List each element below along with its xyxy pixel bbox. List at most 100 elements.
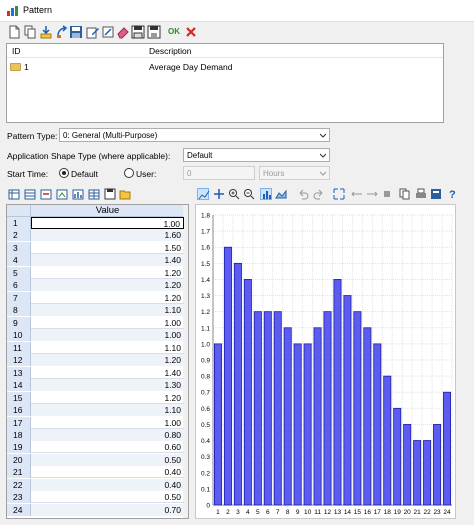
grid-open-icon[interactable] bbox=[119, 188, 131, 200]
import-icon[interactable] bbox=[39, 25, 53, 39]
copy-icon[interactable] bbox=[23, 25, 37, 39]
note-icon[interactable] bbox=[101, 25, 115, 39]
save-icon[interactable] bbox=[131, 25, 145, 39]
row-number[interactable]: 22 bbox=[7, 478, 31, 491]
grid-corner[interactable] bbox=[7, 205, 31, 217]
value-cell[interactable]: 0.50 bbox=[31, 491, 184, 503]
value-cell[interactable]: 1.40 bbox=[31, 367, 184, 379]
grid-delete-icon[interactable] bbox=[40, 188, 52, 200]
line-chart-icon[interactable] bbox=[197, 188, 210, 200]
row-number[interactable]: 9 bbox=[7, 316, 31, 329]
grid-table-icon[interactable] bbox=[88, 188, 100, 200]
value-cell[interactable]: 1.10 bbox=[31, 304, 184, 317]
new-icon[interactable] bbox=[7, 25, 21, 39]
row-number[interactable]: 4 bbox=[7, 254, 31, 267]
time-unit-select[interactable]: Hours bbox=[259, 166, 330, 180]
step-left-icon[interactable] bbox=[351, 188, 363, 200]
table-row[interactable]: 19 0.60 bbox=[7, 441, 184, 454]
row-number[interactable]: 23 bbox=[7, 491, 31, 504]
undo-icon[interactable] bbox=[297, 188, 309, 200]
row-number[interactable]: 14 bbox=[7, 379, 31, 392]
radio-default[interactable] bbox=[59, 168, 69, 178]
edit-icon[interactable] bbox=[86, 25, 100, 39]
bar-chart-icon[interactable] bbox=[260, 188, 272, 200]
value-cell[interactable]: 1.60 bbox=[31, 229, 184, 242]
value-cell[interactable]: 1.00 bbox=[31, 417, 184, 429]
export-icon[interactable] bbox=[55, 25, 69, 39]
value-cell[interactable]: 1.00 bbox=[31, 329, 184, 342]
table-row[interactable]: 12 1.20 bbox=[7, 354, 184, 367]
list-header-description[interactable]: Description bbox=[149, 46, 192, 56]
row-number[interactable]: 7 bbox=[7, 291, 31, 304]
table-row[interactable]: 4 1.40 bbox=[7, 254, 184, 267]
table-row[interactable]: 6 1.20 bbox=[7, 279, 184, 292]
value-cell[interactable]: 1.00 bbox=[31, 217, 184, 229]
value-cell[interactable]: 1.20 bbox=[31, 279, 184, 292]
row-number[interactable]: 20 bbox=[7, 453, 31, 466]
shape-type-select[interactable]: Default bbox=[183, 148, 330, 162]
row-number[interactable]: 13 bbox=[7, 366, 31, 379]
value-cell[interactable]: 0.60 bbox=[31, 441, 184, 453]
table-row[interactable]: 13 1.40 bbox=[7, 366, 184, 379]
table-row[interactable]: 1 1.00 bbox=[7, 217, 184, 229]
value-cell[interactable]: 1.20 bbox=[31, 354, 184, 367]
print-icon[interactable] bbox=[415, 188, 427, 200]
row-number[interactable]: 16 bbox=[7, 404, 31, 417]
grid-chart-icon[interactable] bbox=[72, 188, 84, 200]
radio-user[interactable] bbox=[124, 168, 134, 178]
value-cell[interactable]: 1.40 bbox=[31, 254, 184, 267]
row-number[interactable]: 8 bbox=[7, 304, 31, 317]
zoom-out-icon[interactable] bbox=[243, 188, 255, 200]
row-number[interactable]: 15 bbox=[7, 391, 31, 404]
value-cell[interactable]: 1.00 bbox=[31, 317, 184, 329]
value-cell[interactable]: 0.40 bbox=[31, 466, 184, 478]
table-row[interactable]: 24 0.70 bbox=[7, 503, 184, 516]
save-as-icon[interactable] bbox=[147, 25, 161, 39]
grid-fill-icon[interactable] bbox=[56, 188, 68, 200]
table-row[interactable]: 7 1.20 bbox=[7, 291, 184, 304]
copy-chart-icon[interactable] bbox=[399, 188, 411, 200]
table-row[interactable]: 20 0.50 bbox=[7, 453, 184, 466]
row-number[interactable]: 10 bbox=[7, 329, 31, 342]
table-row[interactable]: 8 1.10 bbox=[7, 304, 184, 317]
value-cell[interactable]: 1.20 bbox=[31, 267, 184, 279]
table-row[interactable]: 5 1.20 bbox=[7, 266, 184, 279]
value-cell[interactable]: 0.80 bbox=[31, 428, 184, 441]
fit-icon[interactable] bbox=[333, 188, 345, 200]
row-number[interactable]: 6 bbox=[7, 279, 31, 292]
grid-add-icon[interactable] bbox=[8, 188, 20, 200]
value-cell[interactable]: 1.10 bbox=[31, 404, 184, 417]
stop-icon[interactable] bbox=[381, 188, 393, 200]
redo-icon[interactable] bbox=[313, 188, 325, 200]
user-time-input[interactable]: 0 bbox=[183, 166, 255, 180]
table-row[interactable]: 16 1.10 bbox=[7, 404, 184, 417]
row-number[interactable]: 18 bbox=[7, 428, 31, 441]
help-icon[interactable]: ? bbox=[446, 188, 458, 200]
table-row[interactable]: 17 1.00 bbox=[7, 416, 184, 429]
table-row[interactable]: 9 1.00 bbox=[7, 316, 184, 329]
row-number[interactable]: 3 bbox=[7, 241, 31, 254]
list-header-id[interactable]: ID bbox=[12, 46, 21, 56]
row-number[interactable]: 12 bbox=[7, 354, 31, 367]
grid-save-icon[interactable] bbox=[104, 188, 116, 200]
table-row[interactable]: 21 0.40 bbox=[7, 466, 184, 479]
table-row[interactable]: 11 1.10 bbox=[7, 341, 184, 354]
table-row[interactable]: 14 1.30 bbox=[7, 379, 184, 392]
value-cell[interactable]: 1.30 bbox=[31, 379, 184, 392]
value-cell[interactable]: 1.10 bbox=[31, 342, 184, 354]
table-row[interactable]: 10 1.00 bbox=[7, 329, 184, 342]
chart-settings-icon[interactable] bbox=[430, 188, 442, 200]
table-row[interactable]: 22 0.40 bbox=[7, 478, 184, 491]
area-chart-icon[interactable] bbox=[275, 188, 287, 200]
close-icon[interactable] bbox=[184, 25, 198, 39]
value-cell[interactable]: 0.70 bbox=[31, 503, 184, 516]
row-number[interactable]: 19 bbox=[7, 441, 31, 454]
table-row[interactable]: 18 0.80 bbox=[7, 428, 184, 441]
erase-icon[interactable] bbox=[116, 25, 130, 39]
table-row[interactable]: 15 1.20 bbox=[7, 391, 184, 404]
grid-column-header[interactable]: Value bbox=[31, 205, 184, 217]
value-cell[interactable]: 1.20 bbox=[31, 292, 184, 304]
table-row[interactable]: 23 0.50 bbox=[7, 491, 184, 504]
value-cell[interactable]: 0.50 bbox=[31, 453, 184, 466]
step-right-icon[interactable] bbox=[366, 188, 378, 200]
